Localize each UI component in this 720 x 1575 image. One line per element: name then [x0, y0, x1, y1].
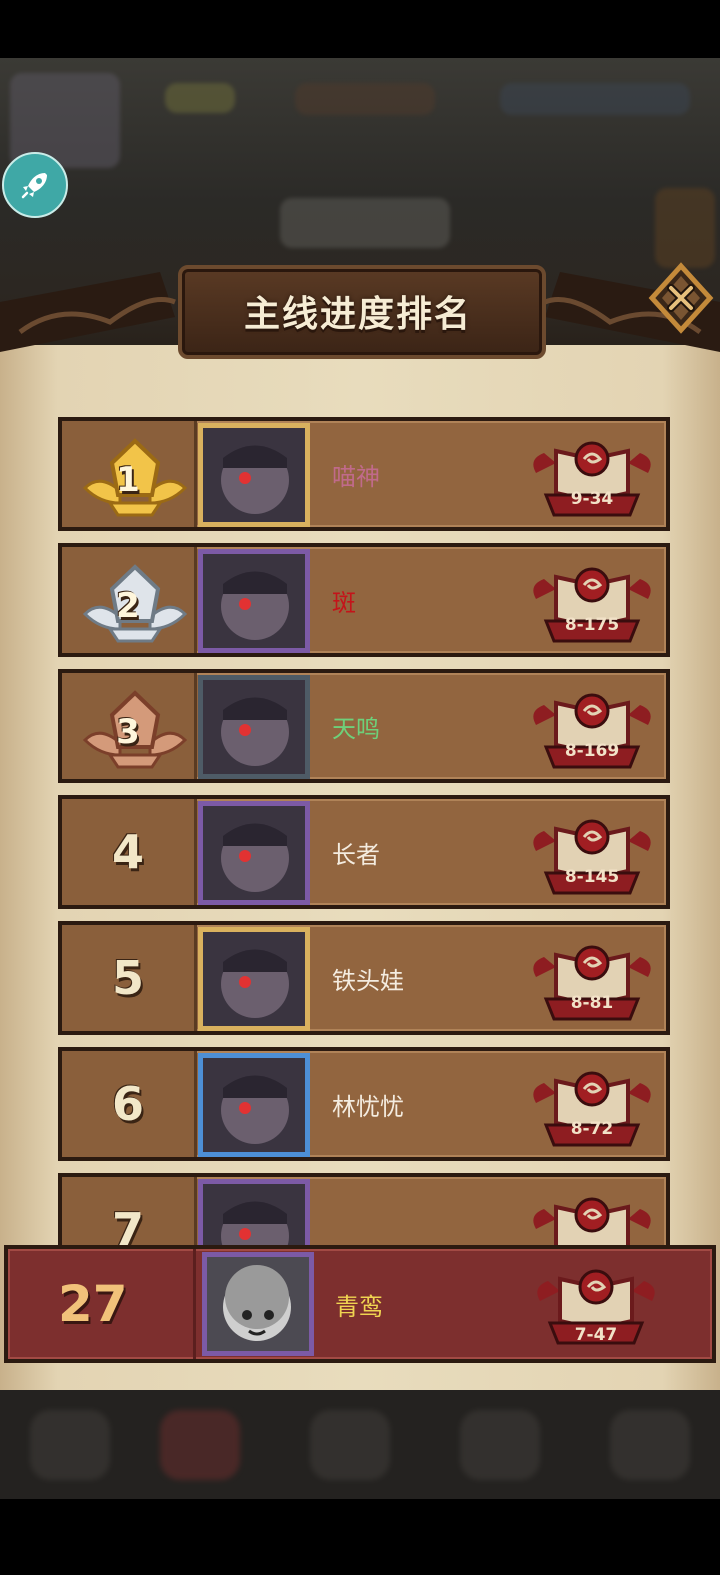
player-name: 斑: [332, 588, 356, 617]
player-avatar[interactable]: [198, 549, 310, 653]
rank-number: 2: [116, 586, 140, 626]
ranking-row[interactable]: 2 斑 8-175: [58, 543, 670, 657]
player-avatar[interactable]: [198, 927, 310, 1031]
rank-number: 1: [116, 460, 140, 500]
ranking-row[interactable]: 3 天鸣 8-169: [58, 669, 670, 783]
my-rank-number: 27: [58, 1275, 128, 1333]
status-bar: [0, 0, 720, 58]
stage-book-icon: [533, 567, 651, 643]
background-banner: [280, 198, 450, 248]
bottom-nav-item[interactable]: [610, 1410, 690, 1480]
bottom-nav-item[interactable]: [460, 1410, 540, 1480]
bottom-nav-item[interactable]: [160, 1410, 240, 1480]
rank-number: 5: [111, 951, 144, 1005]
stage-label: 8-81: [570, 993, 614, 1013]
page-title: 主线进度排名: [243, 294, 472, 335]
stage-book-icon: [533, 819, 651, 895]
ranking-row[interactable]: 6 林忧忧 8-72: [58, 1047, 670, 1161]
bottom-nav-item[interactable]: [310, 1410, 390, 1480]
stage-book-icon: [533, 945, 651, 1021]
ranking-panel: 1 喵神 9-34 2 斑 8-175 3 天鸣 8-169 4 长者 8-14…: [0, 345, 720, 1390]
player-name: 天鸣: [332, 714, 380, 743]
ranking-row[interactable]: 4 长者 8-145: [58, 795, 670, 909]
rank-number: 6: [111, 1077, 144, 1131]
stage-book-icon: [533, 1071, 651, 1147]
player-avatar[interactable]: [198, 801, 310, 905]
background-level: [165, 83, 235, 113]
background-gold: [295, 83, 435, 115]
rank-number: 4: [111, 825, 144, 879]
my-name: 青鸾: [335, 1292, 383, 1321]
player-avatar[interactable]: [198, 675, 310, 779]
my-rank-row[interactable]: 27 青鸾 7-47: [4, 1245, 716, 1363]
background-gems: [500, 83, 690, 115]
stage-label: 8-169: [564, 741, 620, 761]
bottom-nav-item[interactable]: [30, 1410, 110, 1480]
player-avatar[interactable]: [198, 423, 310, 527]
rank-number: 3: [116, 712, 140, 752]
player-name: 长者: [332, 840, 380, 869]
ranking-row[interactable]: 1 喵神 9-34: [58, 417, 670, 531]
stage-book-icon: [533, 441, 651, 517]
my-avatar[interactable]: [202, 1252, 314, 1356]
stage-label: 8-72: [570, 1119, 614, 1139]
rocket-icon: [21, 173, 47, 199]
stage-book-icon: [533, 693, 651, 769]
player-name: 林忧忧: [332, 1092, 404, 1121]
ranking-row[interactable]: 5 铁头娃 8-81: [58, 921, 670, 1035]
player-avatar[interactable]: [198, 1053, 310, 1157]
my-stage-label: 7-47: [574, 1325, 618, 1345]
stage-label: 8-145: [564, 867, 620, 887]
row-divider: [193, 1249, 196, 1359]
player-name: 铁头娃: [332, 966, 404, 995]
close-icon: [648, 262, 714, 334]
close-button[interactable]: [648, 262, 714, 334]
rocket-button[interactable]: [2, 152, 68, 218]
background-side-icon: [655, 188, 715, 268]
player-name: 喵神: [332, 462, 380, 491]
stage-label: 9-34: [570, 489, 614, 509]
stage-label: 8-175: [564, 615, 620, 635]
